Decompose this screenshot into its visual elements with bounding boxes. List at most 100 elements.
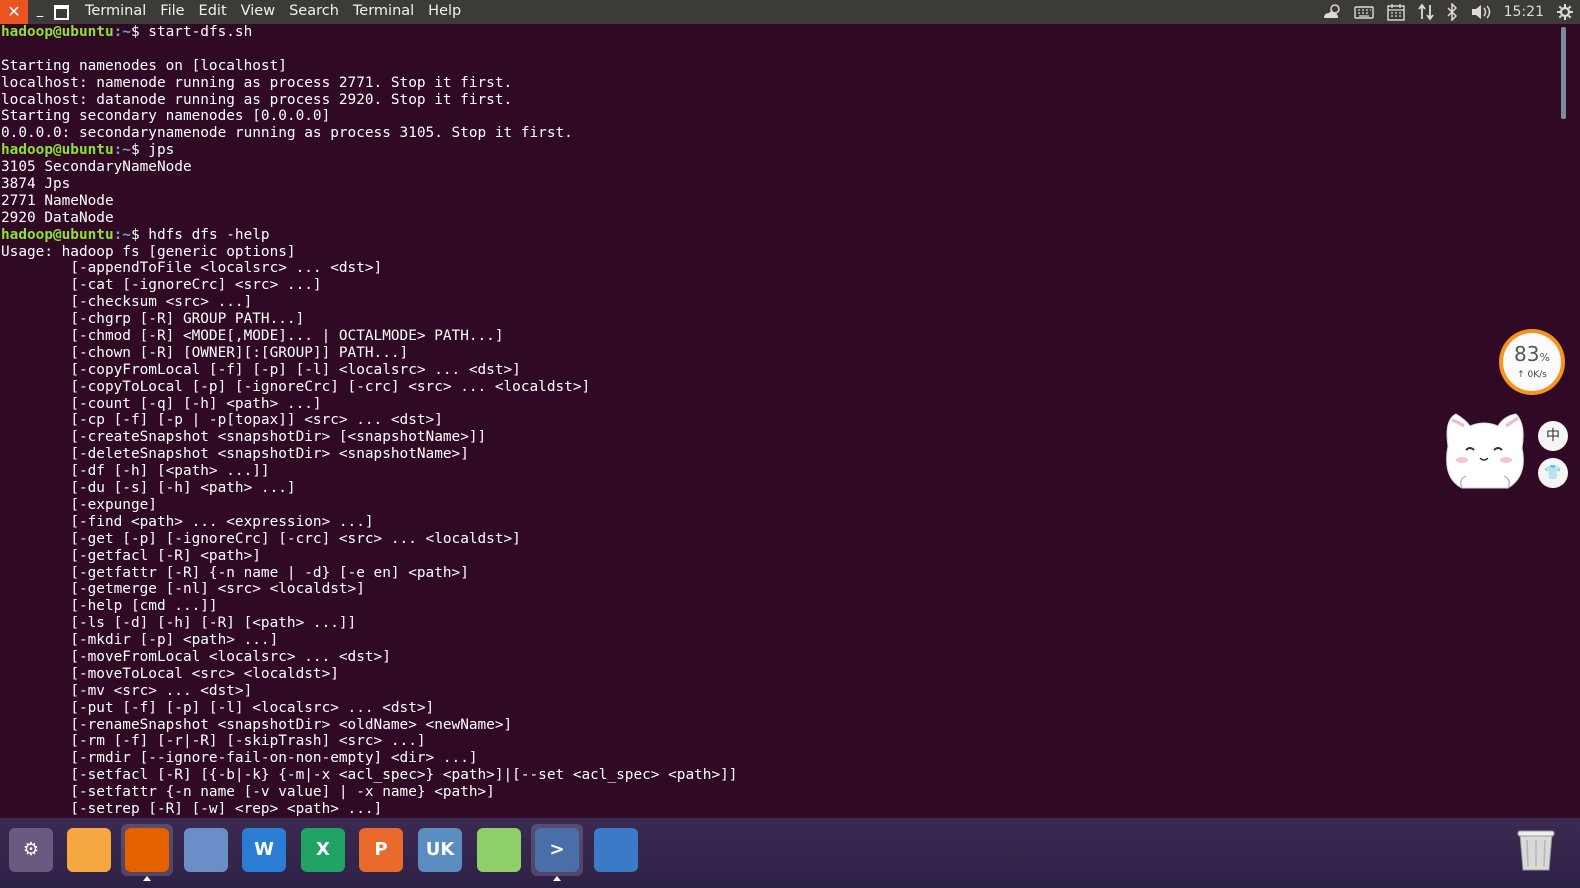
input-method-button[interactable]: 中 xyxy=(1538,421,1568,451)
dock-glyph: P xyxy=(374,839,388,860)
output-text: [-rmdir [--ignore-fail-on-non-empty] <di… xyxy=(1,750,478,767)
firefox-icon xyxy=(125,828,169,872)
menu-help[interactable]: Help xyxy=(421,0,468,24)
output-line: [-mv <src> ... <dst>] xyxy=(1,683,1562,700)
output-line: [-renameSnapshot <snapshotDir> <oldName>… xyxy=(1,717,1562,734)
command-text: $ jps xyxy=(130,142,175,159)
skin-button[interactable]: 👕 xyxy=(1538,458,1568,488)
prompt-user: hadoop@ubuntu xyxy=(1,24,114,40)
output-line: Usage: hadoop fs [generic options] xyxy=(1,244,1562,261)
bluetooth-icon[interactable] xyxy=(1446,3,1458,21)
dock-item-terminal[interactable]: > xyxy=(531,824,583,876)
dock-item-ukylin[interactable]: UK xyxy=(414,824,466,876)
output-text: 3874 Jps xyxy=(1,176,71,193)
upload-speed: ↑ 0K/s xyxy=(1517,370,1547,380)
output-line: [-chown [-R] [OWNER][:[GROUP]] PATH...] xyxy=(1,345,1562,362)
output-text: [-mv <src> ... <dst>] xyxy=(1,682,253,699)
output-text: [-df [-h] [<path> ...]] xyxy=(1,463,270,480)
output-line: 3105 SecondaryNameNode xyxy=(1,159,1562,176)
output-text: [-appendToFile <localsrc> ... <dst>] xyxy=(1,260,383,277)
output-line: [-help [cmd ...]] xyxy=(1,598,1562,615)
output-text: Starting secondary namenodes [0.0.0.0] xyxy=(1,108,331,125)
output-text: 3105 SecondaryNameNode xyxy=(1,159,192,176)
dock-glyph: ⚙ xyxy=(22,839,40,860)
dock-item-chromium[interactable] xyxy=(180,824,232,876)
output-text: Starting namenodes on [localhost] xyxy=(1,57,287,74)
weather-indicator-icon[interactable] xyxy=(1322,3,1342,21)
window-maximize-button[interactable] xyxy=(54,5,69,20)
output-line: Starting namenodes on [localhost] xyxy=(1,58,1562,75)
output-text: Usage: hadoop fs [generic options] xyxy=(1,243,296,260)
dock-glyph: W xyxy=(254,839,274,860)
usage-unit: % xyxy=(1539,351,1550,364)
output-line: [-copyToLocal [-p] [-ignoreCrc] [-crc] <… xyxy=(1,379,1562,396)
keyboard-icon[interactable] xyxy=(1353,4,1374,20)
output-line: [-cat [-ignoreCrc] <src> ...] xyxy=(1,277,1562,294)
dock-glyph: UK xyxy=(425,839,455,860)
minimize-icon: _ xyxy=(36,3,44,18)
output-text: [-renameSnapshot <snapshotDir> <oldName>… xyxy=(1,716,513,733)
network-icon[interactable] xyxy=(1417,3,1434,21)
prompt-line: hadoop@ubuntu:~$ start-dfs.sh xyxy=(1,24,1562,41)
prompt-path: :~ xyxy=(113,142,131,159)
network-speed-face: 83% ↑ 0K/s xyxy=(1503,333,1561,391)
window-minimize-button[interactable]: _ xyxy=(30,0,50,24)
output-text: [-put [-f] [-p] [-l] <localsrc> ... <dst… xyxy=(1,699,435,716)
clock[interactable]: 15:21 xyxy=(1504,0,1544,24)
workspace-switcher-icon xyxy=(594,828,638,872)
prompt-path: :~ xyxy=(113,226,131,243)
network-speed-widget[interactable]: 83% ↑ 0K/s xyxy=(1499,329,1565,395)
dock-item-ubuntu-settings[interactable]: ⚙ xyxy=(5,824,57,876)
output-text: [-copyToLocal [-p] [-ignoreCrc] [-crc] <… xyxy=(1,378,591,395)
command-text: $ start-dfs.sh xyxy=(130,24,253,40)
volume-icon[interactable] xyxy=(1470,3,1492,21)
output-line: [-rmdir [--ignore-fail-on-non-empty] <di… xyxy=(1,750,1562,767)
prompt-user: hadoop@ubuntu xyxy=(1,226,114,243)
menu-edit[interactable]: Edit xyxy=(192,0,234,24)
terminal-icon: > xyxy=(535,828,579,872)
dock-item-firefox[interactable] xyxy=(121,824,173,876)
word-icon: W xyxy=(242,828,286,872)
output-text: [-getfattr [-R] {-n name | -d} [-e en] <… xyxy=(1,564,469,581)
output-text: [-deleteSnapshot <snapshotDir> <snapshot… xyxy=(1,446,469,463)
dock-item-screenshot-tool[interactable] xyxy=(473,824,525,876)
output-text: [-getmerge [-nl] <src> <localdst>] xyxy=(1,581,365,598)
output-line: [-cp [-f] [-p | -p[topax]] <src> ... <ds… xyxy=(1,412,1562,429)
dock-item-workspace-switcher[interactable] xyxy=(590,824,642,876)
dock-glyph: X xyxy=(316,839,330,860)
output-text: [-setfacl [-R] [{-b|-k} {-m|-x <acl_spec… xyxy=(1,767,738,784)
dock: ⚙ W X P UK > xyxy=(0,818,1580,888)
prompt-user: hadoop@ubuntu xyxy=(1,142,114,159)
dock-item-files[interactable] xyxy=(63,824,115,876)
dock-item-powerpoint[interactable]: P xyxy=(355,824,407,876)
output-text: [-chgrp [-R] GROUP PATH...] xyxy=(1,311,305,328)
menu-terminal[interactable]: Terminal xyxy=(346,0,421,24)
trash-icon[interactable] xyxy=(1517,828,1555,872)
output-text: 0.0.0.0: secondarynamenode running as pr… xyxy=(1,125,573,142)
output-line: localhost: datanode running as process 2… xyxy=(1,92,1562,109)
ubuntu-settings-icon: ⚙ xyxy=(9,828,53,872)
output-line: [-df [-h] [<path> ...]] xyxy=(1,463,1562,480)
menu-file[interactable]: File xyxy=(153,0,191,24)
powerpoint-icon: P xyxy=(359,828,403,872)
dock-item-excel[interactable]: X xyxy=(297,824,349,876)
window-close-button[interactable]: ✕ xyxy=(0,0,28,24)
output-line: [-expunge] xyxy=(1,497,1562,514)
input-method-label: 中 xyxy=(1546,428,1560,444)
output-text: [-count [-q] [-h] <path> ...] xyxy=(1,395,322,412)
menu-view[interactable]: View xyxy=(234,0,282,24)
output-line: [-setfacl [-R] [{-b|-k} {-m|-x <acl_spec… xyxy=(1,767,1562,784)
terminal-output[interactable]: hadoop@ubuntu:~$ start-dfs.sh Starting na… xyxy=(0,24,1562,818)
cat-mascot-icon[interactable] xyxy=(1438,406,1530,494)
terminal-scrollbar[interactable] xyxy=(1561,27,1566,119)
prompt-line: hadoop@ubuntu:~$ hdfs dfs -help xyxy=(1,227,1562,244)
dock-item-word[interactable]: W xyxy=(238,824,290,876)
menu-search[interactable]: Search xyxy=(282,0,346,24)
output-text: [-chmod [-R] <MODE[,MODE]... | OCTALMODE… xyxy=(1,328,504,345)
output-text: [-setrep [-R] [-w] <rep> <path> ...] xyxy=(1,800,383,817)
output-line: [-mkdir [-p] <path> ...] xyxy=(1,632,1562,649)
calendar-icon[interactable] xyxy=(1386,3,1406,21)
output-text: [-ls [-d] [-h] [-R] [<path> ...]] xyxy=(1,615,357,632)
output-text: [-mkdir [-p] <path> ...] xyxy=(1,632,279,649)
power-gear-icon[interactable] xyxy=(1556,3,1574,21)
